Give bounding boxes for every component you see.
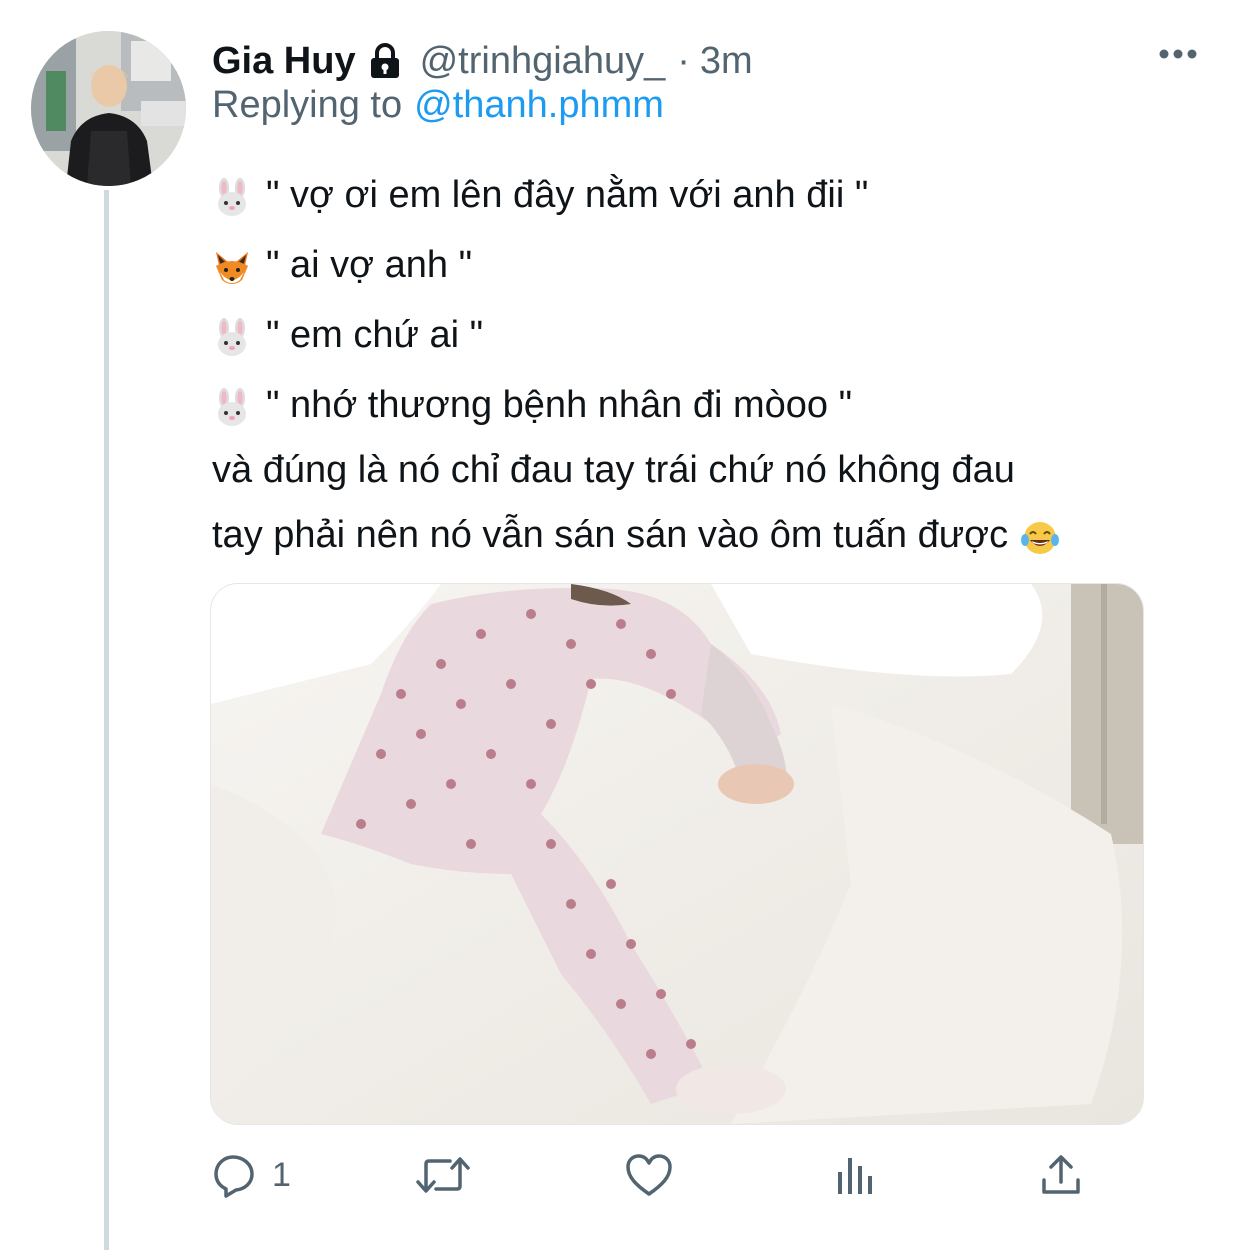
replying-to-label: Replying to	[212, 84, 403, 126]
like-icon	[626, 1154, 672, 1196]
thread-connector-line	[104, 190, 109, 1250]
tweet-media-photo[interactable]	[210, 583, 1144, 1125]
photo-person-in-pajamas-on-bed	[211, 584, 1143, 1124]
tweet-line-text: " ai vợ anh "	[266, 244, 473, 286]
tweet-line-text: và đúng là nó chỉ đau tay trái chứ nó kh…	[212, 449, 1015, 491]
share-button[interactable]	[1038, 1145, 1084, 1205]
tweet-line-text: " em chứ ai "	[266, 314, 484, 356]
author-handle[interactable]: @trinhgiahuy_	[420, 40, 666, 83]
reply-button[interactable]: 1	[212, 1145, 291, 1205]
tweet-line: " ai vợ anh "	[212, 230, 1202, 300]
reply-icon	[214, 1155, 254, 1198]
tweet-actions-bar: 1	[212, 1145, 1112, 1205]
retweet-icon	[416, 1157, 470, 1193]
tweet-line: " nhớ thương bệnh nhân đi mòoo "	[212, 370, 1202, 440]
tweet-line: " em chứ ai "	[212, 300, 1202, 370]
lock-icon	[368, 41, 402, 81]
tweet-line: " vợ ơi em lên đây nằm với anh đii "	[212, 160, 1202, 230]
rabbit-face-emoji	[212, 315, 252, 356]
replying-to-line: Replying to @thanh.phmm	[212, 84, 664, 127]
tweet-line-text: " nhớ thương bệnh nhân đi mòoo "	[266, 384, 853, 426]
avatar[interactable]	[31, 31, 186, 186]
avatar-photo	[31, 31, 186, 186]
tweet-line-text: tay phải nên nó vẫn sán sán vào ôm tuấn …	[212, 514, 1009, 556]
tweet-line: và đúng là nó chỉ đau tay trái chứ nó kh…	[212, 440, 1202, 500]
tweet-line: tay phải nên nó vẫn sán sán vào ôm tuấn …	[212, 500, 1202, 570]
like-button[interactable]	[624, 1145, 674, 1205]
share-icon	[1042, 1155, 1080, 1194]
rabbit-face-emoji	[212, 385, 252, 426]
fox-face-emoji	[212, 245, 252, 285]
tweet-timestamp[interactable]: 3m	[700, 40, 753, 83]
author-display-name[interactable]: Gia Huy	[212, 40, 356, 83]
rabbit-face-emoji	[212, 175, 252, 216]
tweet-header: Gia Huy @trinhgiahuy_ · 3m	[212, 36, 753, 86]
header-separator: ·	[677, 39, 690, 82]
tweet-line-text: " vợ ơi em lên đây nằm với anh đii "	[266, 174, 869, 216]
analytics-button[interactable]	[832, 1145, 878, 1205]
tweet-body: " vợ ơi em lên đây nằm với anh đii " " a…	[212, 160, 1202, 570]
views-icon	[838, 1158, 872, 1194]
laughing-tears-emoji	[1020, 515, 1060, 555]
retweet-button[interactable]	[414, 1145, 472, 1205]
reply-count: 1	[272, 1155, 291, 1194]
more-options-icon[interactable]	[1158, 46, 1198, 62]
replying-to-mention[interactable]: @thanh.phmm	[414, 84, 664, 126]
